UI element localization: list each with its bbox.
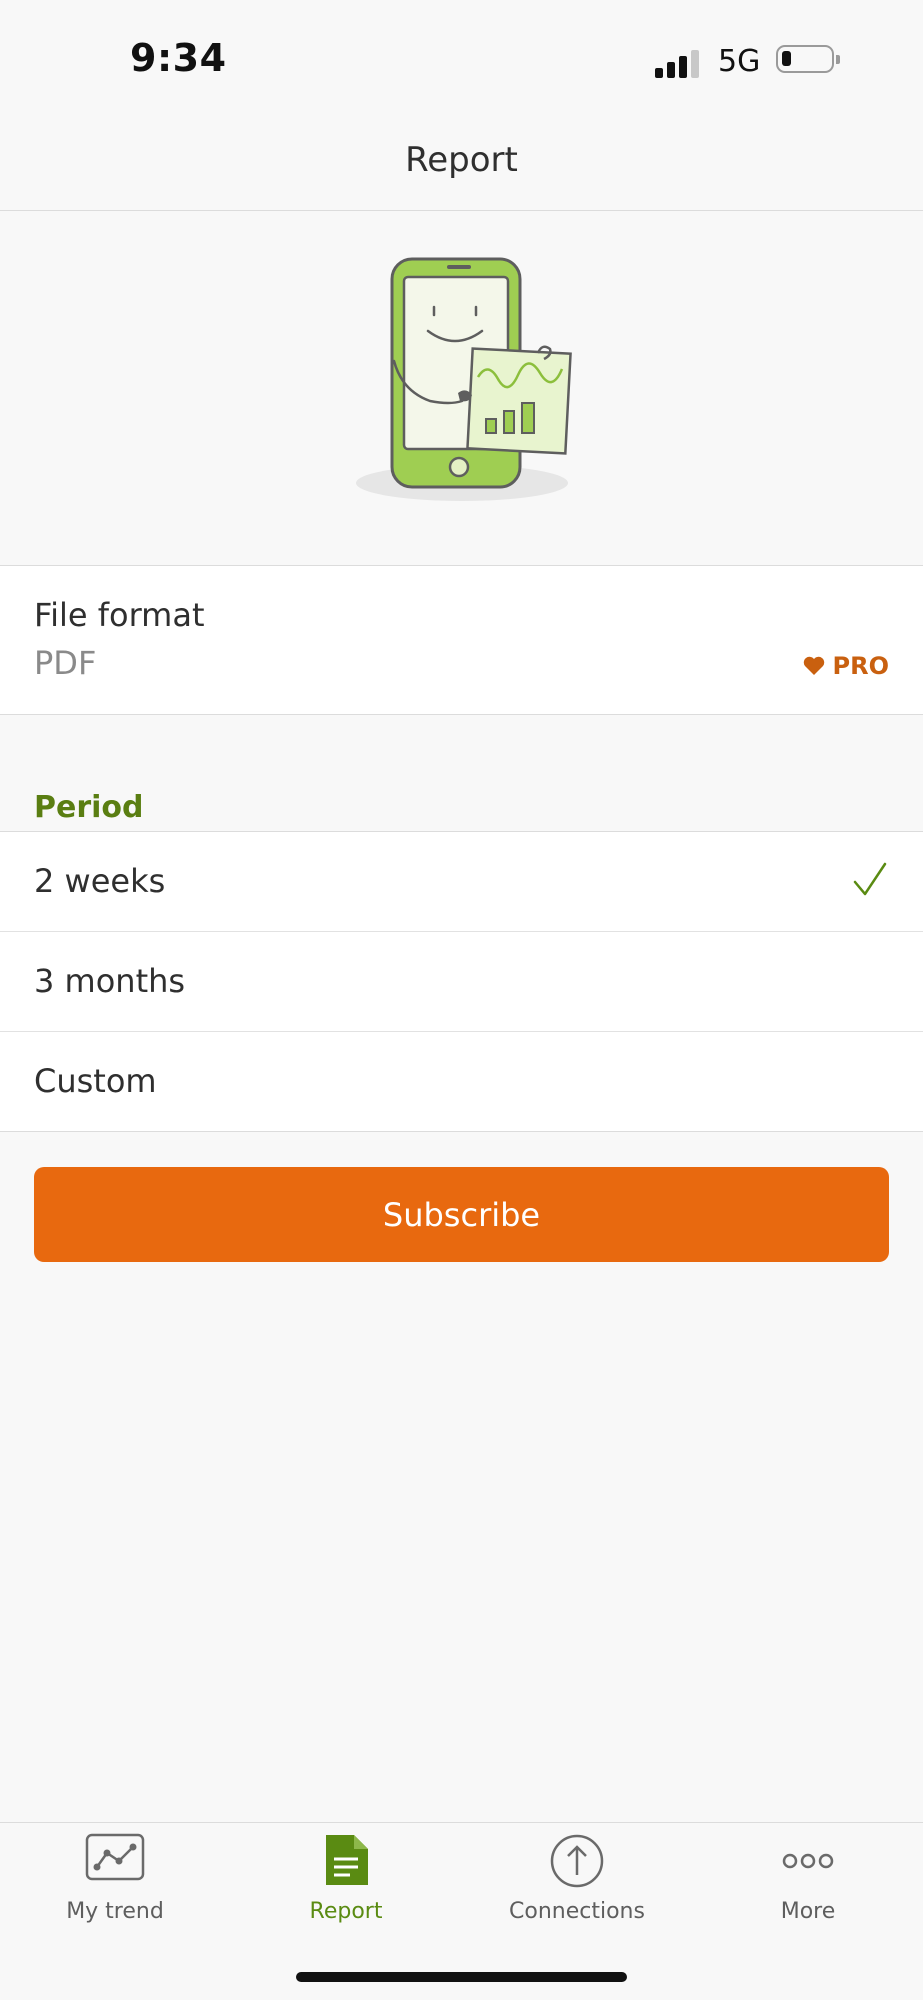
phone-report-illustration xyxy=(356,257,572,501)
tab-label: Report xyxy=(309,1899,383,1924)
tab-report[interactable]: Report xyxy=(231,1823,461,1943)
period-option-label: 2 weeks xyxy=(34,862,166,900)
nav-header: Report xyxy=(0,110,923,211)
pro-badge: PRO xyxy=(803,652,889,680)
heart-icon xyxy=(803,656,824,675)
upload-icon xyxy=(550,1834,604,1888)
tab-more[interactable]: More xyxy=(693,1823,923,1943)
signal-strength-icon xyxy=(655,46,703,78)
tab-label: More xyxy=(780,1899,836,1924)
period-option-label: 3 months xyxy=(34,962,186,1000)
file-format-label: File format xyxy=(34,596,205,634)
period-option-3-months[interactable]: 3 months xyxy=(0,932,923,1032)
period-option-custom[interactable]: Custom xyxy=(0,1032,923,1132)
report-illustration xyxy=(0,211,923,566)
tab-label: Connections xyxy=(509,1899,645,1924)
status-bar: 9:34 5G xyxy=(0,0,923,110)
tab-my-trend[interactable]: My trend xyxy=(0,1823,230,1943)
pro-label: PRO xyxy=(832,652,889,680)
period-heading: Period xyxy=(34,790,144,825)
more-dots-icon xyxy=(782,1853,834,1869)
checkmark-icon xyxy=(853,862,887,896)
trend-icon xyxy=(85,1833,145,1881)
page-title: Report xyxy=(405,140,518,180)
subscribe-button[interactable]: Subscribe xyxy=(34,1167,889,1262)
period-option-label: Custom xyxy=(34,1062,157,1100)
network-type: 5G xyxy=(718,44,761,79)
period-option-2-weeks[interactable]: 2 weeks xyxy=(0,832,923,932)
document-icon xyxy=(326,1835,368,1885)
period-list: 2 weeks 3 months Custom xyxy=(0,831,923,1132)
tab-label: My trend xyxy=(66,1899,164,1924)
file-format-value: PDF xyxy=(34,644,97,682)
battery-icon xyxy=(776,45,840,73)
home-indicator xyxy=(296,1972,627,1982)
tab-connections[interactable]: Connections xyxy=(462,1823,692,1943)
file-format-row[interactable]: File format PDF PRO xyxy=(0,566,923,715)
status-time: 9:34 xyxy=(130,36,227,80)
